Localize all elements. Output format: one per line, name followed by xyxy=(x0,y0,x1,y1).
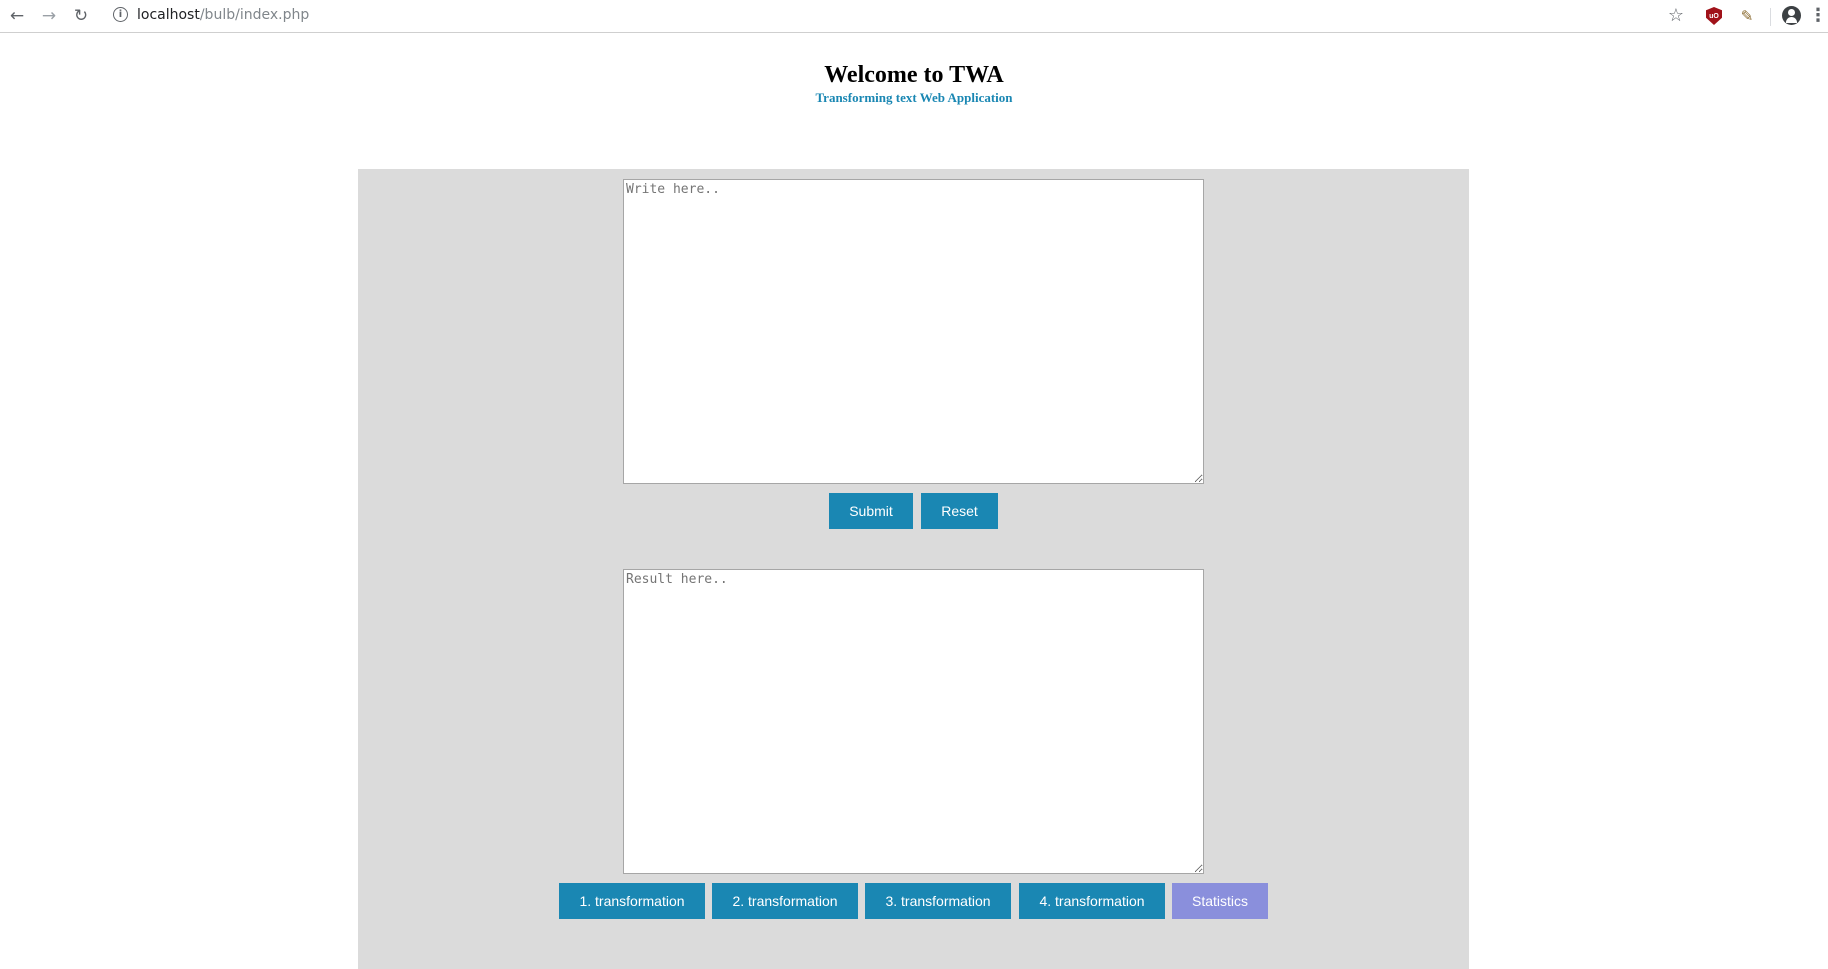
reset-button[interactable]: Reset xyxy=(921,493,998,529)
transformation-3-button[interactable]: 3. transformation xyxy=(865,883,1011,919)
url-host: localhost xyxy=(137,7,200,23)
forward-arrow-icon[interactable]: → xyxy=(37,4,61,28)
toolbar-divider xyxy=(1770,8,1771,26)
reload-icon[interactable]: ↻ xyxy=(69,4,93,28)
statistics-button[interactable]: Statistics xyxy=(1172,883,1268,919)
submit-button[interactable]: Submit xyxy=(829,493,913,529)
address-bar[interactable]: localhost/bulb/index.php xyxy=(137,5,309,25)
text-input-area[interactable] xyxy=(623,179,1204,484)
kebab-menu-icon[interactable]: ⋮ xyxy=(1809,4,1827,28)
back-arrow-icon[interactable]: ← xyxy=(5,4,29,28)
result-text-area[interactable] xyxy=(623,569,1204,874)
browser-toolbar: ← → ↻ i localhost/bulb/index.php ☆ uO ✎ … xyxy=(0,0,1828,33)
page-header: Welcome to TWA Transforming text Web App… xyxy=(0,60,1828,106)
transformation-2-button[interactable]: 2. transformation xyxy=(712,883,858,919)
page-subtitle: Transforming text Web Application xyxy=(815,90,1013,105)
info-icon[interactable]: i xyxy=(113,7,128,22)
extension-icon[interactable]: ✎ xyxy=(1735,4,1759,28)
star-icon[interactable]: ☆ xyxy=(1664,4,1688,28)
ublock-origin-icon[interactable]: uO xyxy=(1706,7,1722,25)
main-panel: Submit Reset 1. transformation 2. transf… xyxy=(358,169,1469,969)
url-path: /bulb/index.php xyxy=(199,7,310,23)
transformation-1-button[interactable]: 1. transformation xyxy=(559,883,705,919)
transformation-4-button[interactable]: 4. transformation xyxy=(1019,883,1165,919)
page-title: Welcome to TWA xyxy=(824,62,1004,88)
account-icon[interactable] xyxy=(1782,6,1801,25)
